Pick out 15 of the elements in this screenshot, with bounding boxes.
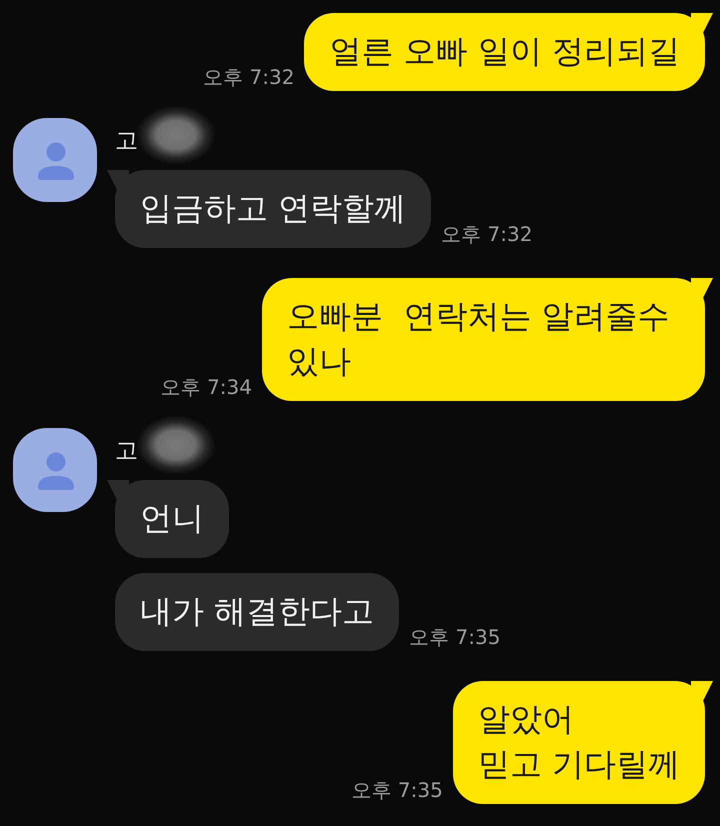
message-bubble: 알았어 믿고 기다릴께 [452, 681, 713, 804]
sender-name: 고 [115, 437, 138, 466]
message-time: 오후 7:35 [352, 778, 443, 802]
sender-name: 고 [115, 127, 138, 156]
message-time: 오후 7:32 [441, 222, 532, 246]
message-time: 오후 7:34 [160, 375, 252, 399]
person-avatar-icon[interactable] [13, 428, 97, 512]
message-bubble: 오빠분 연락처는 알려줄수 있나 [262, 278, 713, 401]
message-bubble: 내가 해결한다고 [115, 573, 400, 651]
message-bubble: 언니 [107, 480, 229, 558]
message-bubble: 얼른 오빠 일이 정리되길 [304, 13, 713, 91]
message-time: 오후 7:32 [203, 65, 294, 89]
person-avatar-icon[interactable] [13, 118, 97, 202]
message-bubble: 입금하고 연락할께 [107, 170, 432, 248]
message-time: 오후 7:35 [409, 625, 500, 649]
